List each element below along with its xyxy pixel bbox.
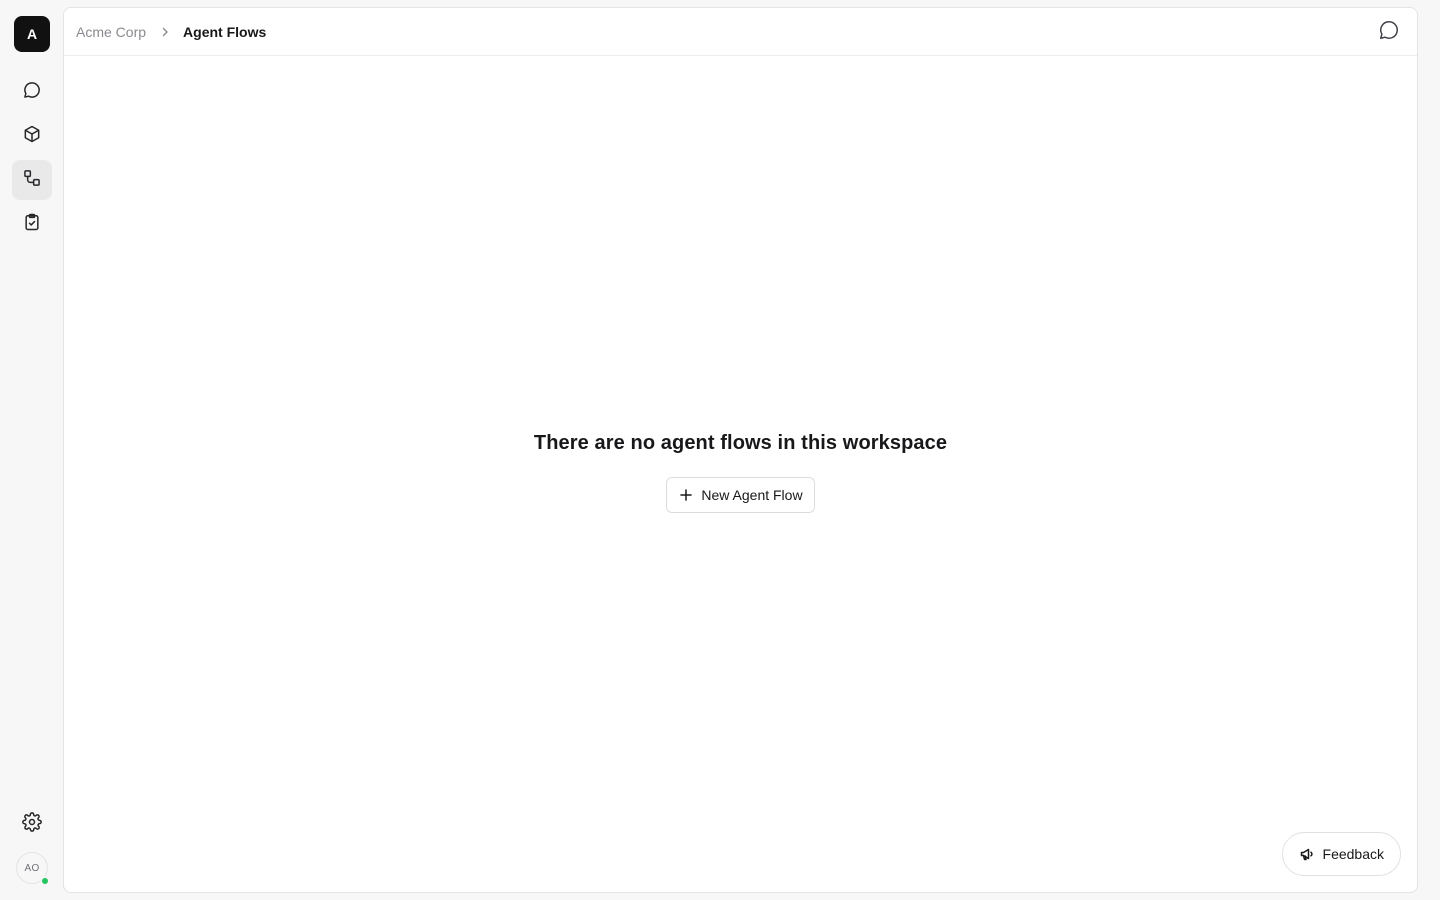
feedback-button[interactable]: Feedback — [1281, 832, 1401, 876]
app-root: A AO Acme Corp Agent Flows There are no … — [0, 0, 1440, 900]
rail-item-tasks[interactable] — [12, 204, 52, 244]
plus-icon — [679, 488, 693, 502]
main-panel: Acme Corp Agent Flows There are no agent… — [63, 7, 1418, 893]
empty-state: There are no agent flows in this workspa… — [64, 432, 1417, 513]
feedback-label: Feedback — [1322, 846, 1384, 862]
chat-toggle-button[interactable] — [1377, 20, 1401, 44]
empty-state-title: There are no agent flows in this workspa… — [533, 432, 948, 454]
breadcrumb-current: Agent Flows — [183, 23, 267, 40]
clipboard-check-icon — [22, 212, 42, 237]
rail-item-agent-flows[interactable] — [12, 160, 52, 200]
rail-item-chat[interactable] — [12, 72, 52, 112]
settings-button[interactable] — [12, 804, 52, 844]
chat-bubble-icon — [1378, 19, 1400, 46]
online-status-indicator — [41, 877, 49, 885]
cube-icon — [22, 124, 42, 149]
flow-icon — [22, 168, 42, 193]
chat-bubble-icon — [22, 80, 42, 105]
chevron-right-icon — [159, 26, 171, 38]
breadcrumb: Acme Corp Agent Flows — [76, 24, 266, 40]
gear-icon — [22, 811, 42, 837]
new-agent-flow-label: New Agent Flow — [701, 487, 803, 503]
workspace-switcher[interactable]: A — [14, 16, 50, 52]
megaphone-icon — [1299, 846, 1315, 862]
breadcrumb-root-link[interactable]: Acme Corp — [76, 24, 146, 40]
rail-item-models[interactable] — [12, 116, 52, 156]
new-agent-flow-button[interactable]: New Agent Flow — [666, 477, 815, 513]
left-rail: A AO — [0, 0, 63, 900]
top-bar: Acme Corp Agent Flows — [64, 8, 1417, 56]
